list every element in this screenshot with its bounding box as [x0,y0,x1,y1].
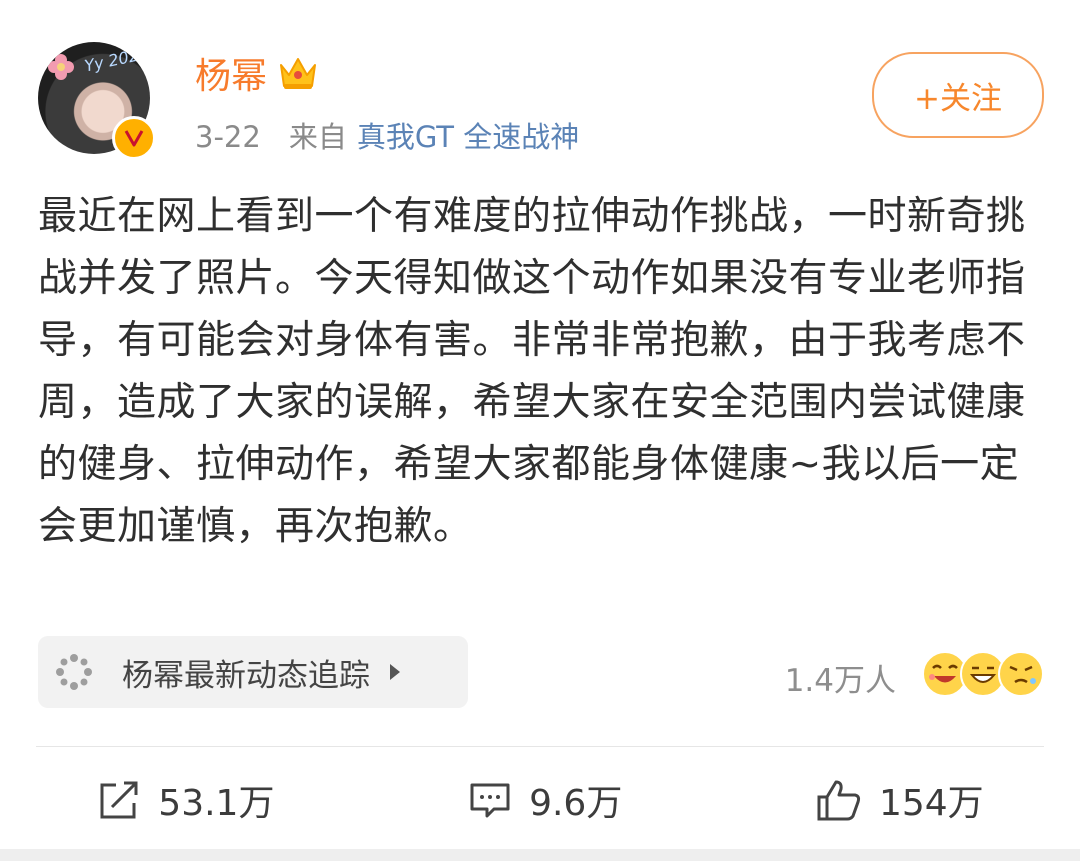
source-prefix: 来自 [288,120,347,154]
follow-button[interactable]: +关注 [872,52,1044,138]
repost-count: 53.1万 [158,783,275,824]
viewer-count: 1.4万人 [784,663,896,699]
like-count: 154万 [878,783,984,824]
thumbs-up-icon [817,780,861,821]
verified-badge-icon [112,116,156,160]
repost-button[interactable]: 53.1万 [96,774,274,826]
avatar-caption: Yy 2020 [82,43,150,76]
post-text: 最近在网上看到一个有难度的拉伸动作挑战，一时新奇挑战并发了照片。今天得知做这个动… [38,194,1026,549]
username-row[interactable]: 杨幂 [195,47,319,99]
username[interactable]: 杨幂 [195,47,267,99]
chevron-right-icon [390,664,400,680]
sparkle-icon [56,654,92,690]
sigh-emoji-icon [998,651,1044,697]
comment-count: 9.6万 [529,783,623,824]
user-avatar[interactable]: Yy 2020 [38,42,156,160]
action-bar: 53.1万 9.6万 154万 [0,750,1080,850]
repost-icon [100,781,138,819]
flower-icon [48,54,74,80]
reaction-emojis[interactable] [922,651,1044,697]
post-meta: 3-22 来自 真我GT 全速战神 [195,114,579,156]
topic-tracker[interactable]: 杨幂最新动态追踪 [38,636,468,708]
comment-icon [470,783,510,818]
like-button[interactable]: 154万 [815,774,984,826]
topic-label: 杨幂最新动态追踪 [122,657,370,694]
post-source[interactable]: 真我GT 全速战神 [357,114,579,156]
comment-button[interactable]: 9.6万 [467,774,622,826]
divider [36,746,1044,747]
bottom-band [0,849,1080,861]
post-date: 3-22 [195,120,261,154]
crown-icon [280,58,317,89]
